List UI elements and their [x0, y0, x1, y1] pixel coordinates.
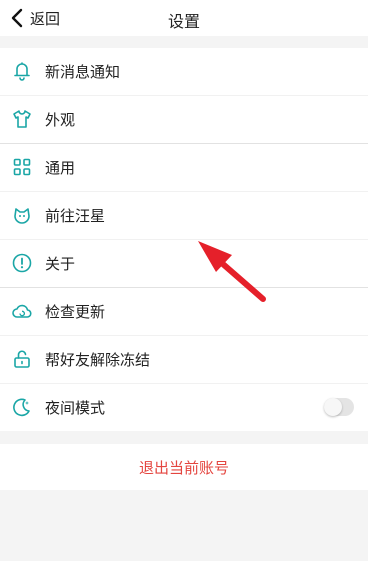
- settings-item-unfreeze-friend[interactable]: 帮好友解除冻结: [0, 336, 368, 383]
- grid-icon: [11, 156, 33, 178]
- settings-item-label: 帮好友解除冻结: [45, 351, 151, 369]
- night-mode-toggle[interactable]: [324, 398, 354, 416]
- page-title: 设置: [167, 12, 200, 31]
- moon-icon: [11, 396, 33, 418]
- settings-item-night-mode: 夜间模式: [0, 384, 368, 431]
- logout-button[interactable]: 退出当前账号: [0, 444, 368, 490]
- settings-item-appearance[interactable]: 外观: [0, 96, 368, 143]
- tshirt-icon: [11, 108, 33, 130]
- settings-item-label: 通用: [45, 159, 76, 177]
- settings-item-label: 夜间模式: [45, 399, 106, 417]
- toggle-knob: [324, 398, 342, 416]
- settings-item-label: 新消息通知: [45, 63, 121, 81]
- settings-list: 新消息通知 外观 通用 前往汪星 关于 检查更新 帮好友解除冻结 夜间模式: [0, 48, 368, 431]
- header-bar: 返回 设置: [0, 0, 368, 36]
- bell-icon: [11, 60, 33, 82]
- settings-item-label: 关于: [45, 255, 76, 273]
- settings-item-go-wangxing[interactable]: 前往汪星: [0, 192, 368, 239]
- unlock-icon: [11, 348, 33, 370]
- settings-item-label: 前往汪星: [45, 207, 106, 225]
- settings-item-label: 外观: [45, 111, 76, 129]
- info-circle-icon: [11, 252, 33, 274]
- settings-item-about[interactable]: 关于: [0, 240, 368, 287]
- dog-face-icon: [11, 204, 33, 226]
- settings-item-general[interactable]: 通用: [0, 144, 368, 191]
- settings-item-label: 检查更新: [45, 303, 106, 321]
- logout-label: 退出当前账号: [138, 459, 229, 477]
- settings-item-check-update[interactable]: 检查更新: [0, 288, 368, 335]
- cloud-refresh-icon: [11, 300, 33, 322]
- settings-item-notifications[interactable]: 新消息通知: [0, 48, 368, 95]
